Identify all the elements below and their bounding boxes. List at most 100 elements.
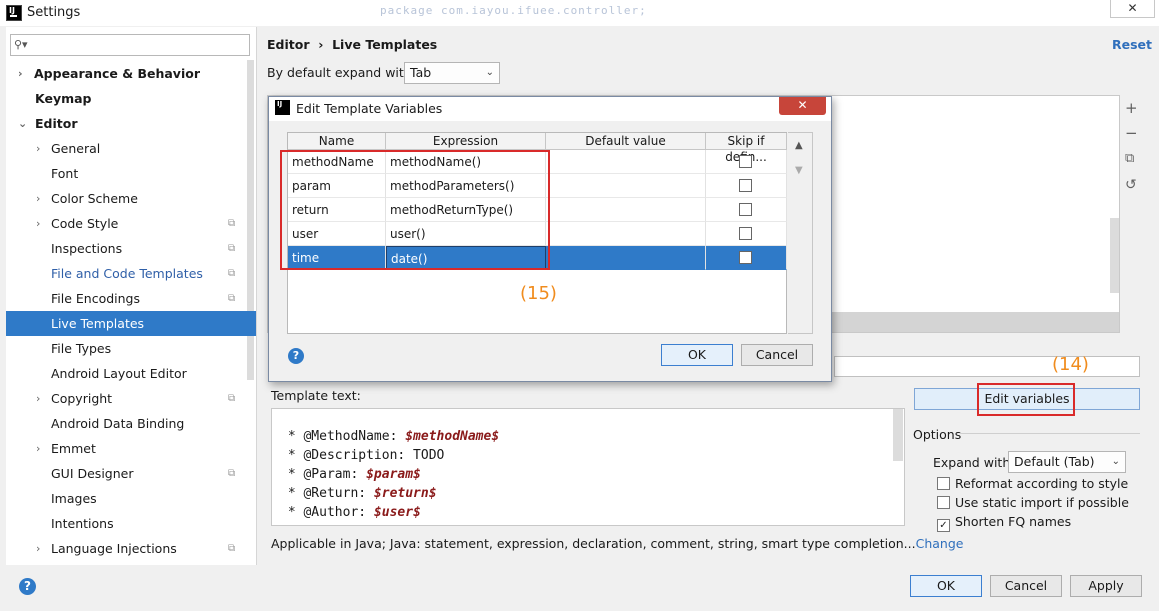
copy-icon[interactable]: ⧉ [1125, 151, 1134, 166]
chevron-right-icon: › [36, 142, 41, 155]
apply-button[interactable]: Apply [1070, 575, 1142, 597]
sidebar-item-code-style[interactable]: › Code Style ⧉ [6, 211, 256, 236]
sidebar-item-android-data-binding[interactable]: Android Data Binding [6, 411, 256, 436]
skip-checkbox[interactable] [739, 251, 752, 264]
column-header-default-value[interactable]: Default value [546, 133, 706, 150]
cell-skip [706, 198, 787, 222]
chevron-down-icon: ⌄ [485, 67, 494, 78]
window-close-button[interactable]: ✕ [1110, 0, 1155, 18]
sidebar-item-file-code-templates[interactable]: File and Code Templates ⧉ [6, 261, 256, 286]
options-label: Options [913, 427, 962, 442]
ok-button[interactable]: OK [910, 575, 982, 597]
sidebar-item-file-types[interactable]: File Types [6, 336, 256, 361]
sidebar-item-copyright[interactable]: › Copyright ⧉ [6, 386, 256, 411]
cell-default-value[interactable] [546, 150, 706, 174]
default-expand-select[interactable]: Tab ⌄ [404, 62, 500, 84]
project-settings-icon: ⧉ [228, 218, 236, 229]
sidebar-item-gui-designer[interactable]: GUI Designer ⧉ [6, 461, 256, 486]
project-settings-icon: ⧉ [228, 243, 236, 254]
code-line: * @Author: $user$ [280, 505, 421, 520]
restore-icon[interactable]: ↺ [1125, 177, 1137, 193]
sidebar-item-live-templates[interactable]: Live Templates [6, 311, 256, 336]
expand-with-select[interactable]: Default (Tab) ⌄ [1008, 451, 1126, 473]
annotation-label-15: (15) [520, 283, 557, 304]
project-settings-icon: ⧉ [228, 268, 236, 279]
default-expand-label: By default expand with [267, 65, 412, 80]
skip-checkbox[interactable] [739, 203, 752, 216]
sidebar-item-keymap[interactable]: Keymap [6, 86, 256, 111]
template-text-scrollbar[interactable] [893, 409, 903, 461]
column-header-name[interactable]: Name [288, 133, 386, 150]
skip-checkbox[interactable] [739, 155, 752, 168]
chevron-right-icon: › [36, 192, 41, 205]
reset-link[interactable]: Reset [1112, 37, 1152, 52]
help-icon[interactable]: ? [19, 578, 36, 595]
add-icon[interactable]: + [1125, 99, 1138, 117]
scroll-down-icon[interactable]: ▼ [795, 165, 803, 176]
cell-skip [706, 246, 787, 270]
chevron-right-icon: › [36, 542, 41, 555]
remove-icon[interactable]: − [1125, 124, 1138, 142]
sidebar-item-appearance[interactable]: › Appearance & Behavior [6, 61, 256, 86]
expand-with-label: Expand with [933, 455, 1011, 470]
annotation-label-14: (14) [1052, 354, 1089, 375]
reformat-checkbox[interactable] [937, 477, 950, 490]
skip-checkbox[interactable] [739, 227, 752, 240]
sidebar-item-file-encodings[interactable]: File Encodings ⧉ [6, 286, 256, 311]
settings-search-input[interactable] [10, 34, 250, 56]
cell-default-value[interactable] [546, 174, 706, 198]
code-line: * @Param: $param$ [280, 467, 421, 482]
sidebar-item-intentions[interactable]: Intentions [6, 511, 256, 536]
chevron-down-icon: ⌄ [18, 117, 28, 130]
table-scrollbar[interactable] [788, 132, 813, 334]
cell-default-value[interactable] [546, 222, 706, 246]
highlight-box-14 [977, 383, 1075, 416]
intellij-logo-icon: IJ [6, 5, 22, 21]
static-import-checkbox-row[interactable]: Use static import if possible [937, 495, 1129, 511]
project-settings-icon: ⧉ [228, 393, 236, 404]
sidebar-item-language-injections[interactable]: › Language Injections ⧉ [6, 536, 256, 561]
column-header-skip[interactable]: Skip if defin... [706, 133, 787, 164]
column-header-expression[interactable]: Expression [386, 133, 546, 150]
applicable-contexts: Applicable in Java; Java: statement, exp… [271, 536, 964, 551]
shorten-fq-checkbox-row[interactable]: ✓ Shorten FQ names [937, 514, 1071, 532]
code-line: * @Return: $return$ [280, 486, 437, 501]
sidebar-item-color-scheme[interactable]: › Color Scheme [6, 186, 256, 211]
sidebar-item-inspections[interactable]: Inspections ⧉ [6, 236, 256, 261]
cell-default-value[interactable] [546, 198, 706, 222]
cell-default-value[interactable] [546, 246, 706, 270]
shorten-fq-checkbox[interactable]: ✓ [937, 519, 950, 532]
change-context-link[interactable]: Change [916, 536, 964, 551]
intellij-logo-icon: IJ [275, 100, 290, 115]
window-title: Settings [27, 5, 81, 20]
description-field[interactable] [834, 356, 1140, 377]
cell-skip [706, 150, 787, 174]
sidebar-item-emmet[interactable]: › Emmet [6, 436, 256, 461]
template-text-editor[interactable]: * @MethodName: $methodName$ * @Descripti… [271, 408, 905, 526]
sidebar-item-font[interactable]: Font [6, 161, 256, 186]
breadcrumb-current: Live Templates [332, 37, 438, 52]
code-line: * @Description: TODO [280, 448, 445, 463]
dialog-cancel-button[interactable]: Cancel [741, 344, 813, 366]
dialog-title: Edit Template Variables [296, 101, 443, 116]
template-text-label: Template text: [271, 388, 361, 403]
dialog-close-button[interactable]: ✕ [779, 97, 826, 115]
breadcrumb: Editor › Live Templates [267, 37, 437, 52]
reformat-checkbox-row[interactable]: Reformat according to style [937, 476, 1128, 492]
project-settings-icon: ⧉ [228, 468, 236, 479]
static-import-checkbox[interactable] [937, 496, 950, 509]
chevron-right-icon: › [18, 67, 23, 80]
project-settings-icon: ⧉ [228, 293, 236, 304]
templates-list-scrollbar[interactable] [1110, 218, 1119, 293]
skip-checkbox[interactable] [739, 179, 752, 192]
scroll-up-icon[interactable]: ▲ [795, 140, 803, 151]
dialog-help-icon[interactable]: ? [288, 348, 304, 364]
cell-skip [706, 174, 787, 198]
chevron-right-icon: › [36, 442, 41, 455]
dialog-ok-button[interactable]: OK [661, 344, 733, 366]
sidebar-item-editor[interactable]: ⌄ Editor [6, 111, 256, 136]
sidebar-item-images[interactable]: Images [6, 486, 256, 511]
sidebar-item-general[interactable]: › General [6, 136, 256, 161]
cancel-button[interactable]: Cancel [990, 575, 1062, 597]
sidebar-item-android-layout-editor[interactable]: Android Layout Editor [6, 361, 256, 386]
